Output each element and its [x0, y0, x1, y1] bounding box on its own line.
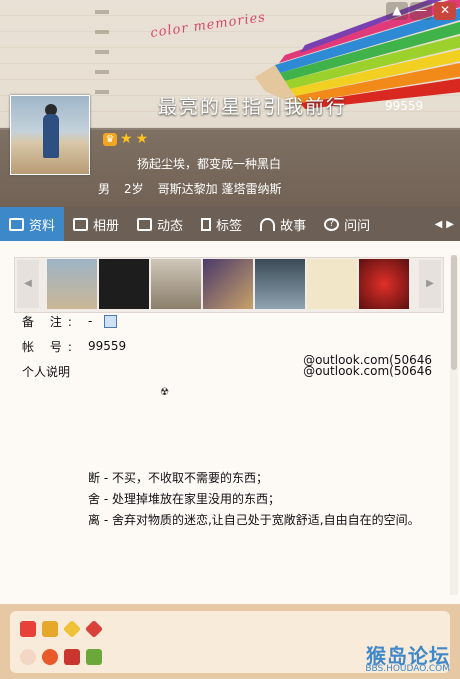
feed-icon [137, 217, 153, 231]
account-label: 帐 号: [22, 340, 78, 354]
footer-bar: 猴岛论坛 BBS.HOUDAO.COM [0, 604, 460, 679]
forum-watermark-url: BBS.HOUDAO.COM [365, 664, 450, 674]
header-uid: 99559 [385, 99, 424, 113]
tab-label: 问问 [344, 218, 371, 234]
tab-album[interactable]: 相册 [64, 207, 128, 241]
photo-thumb[interactable] [255, 259, 305, 309]
tab-label: 故事 [280, 218, 307, 234]
close-button[interactable]: ✕ [434, 2, 456, 20]
remark-value-text: - [88, 314, 93, 328]
pin-button[interactable]: ▲ [386, 2, 408, 20]
strip-right-arrow[interactable]: ▶ [419, 260, 441, 308]
account-value: 99559 [88, 339, 127, 353]
profile-card-icon [9, 217, 24, 231]
gender: 男 [98, 182, 111, 196]
photo-thumb[interactable] [47, 259, 97, 309]
rainbow-icon [260, 217, 276, 231]
photo-thumb[interactable] [99, 259, 149, 309]
tab-label: 标签 [216, 218, 243, 234]
photo-thumb[interactable] [203, 259, 253, 309]
age: 2岁 [124, 182, 144, 196]
star-icon: ★ [120, 131, 133, 147]
pet-badge-icon[interactable] [20, 649, 36, 665]
gift-badge-icon[interactable] [42, 621, 58, 637]
crown-icon: ♛ [103, 133, 117, 146]
radiation-icon: ☢ [160, 387, 169, 398]
tab-scroll-left-icon[interactable]: ◀ [435, 219, 443, 230]
show-badge-icon[interactable] [64, 649, 80, 665]
tab-feed[interactable]: 动态 [128, 207, 192, 241]
basic-info: 男 2岁 哥斯达黎加 蓬塔雷纳斯 [98, 180, 281, 197]
content-scrollbar[interactable] [450, 255, 458, 595]
music-badge-icon[interactable] [86, 649, 102, 665]
tab-label: 相册 [93, 218, 120, 234]
diamond-badge-icon[interactable] [62, 619, 82, 639]
remark-label: 备 注: [22, 315, 78, 329]
tab-scroll-arrows: ◀ ▶ [435, 219, 460, 230]
star-icon: ★ [135, 131, 149, 147]
strip-left-arrow[interactable]: ◀ [17, 260, 39, 308]
bio-line: 离 - 舍弃对物质的迷恋,让自己处于宽敞舒适,自由自在的空间。 [88, 513, 420, 527]
game-badge-icon[interactable] [42, 649, 58, 665]
nickname: 最亮的星指引我前行 [158, 96, 348, 118]
photo-strip: ◀ ▶ [14, 257, 444, 313]
tab-ask[interactable]: ? 问问 [315, 207, 379, 241]
bookmark-icon [201, 217, 212, 231]
tab-label: 动态 [157, 218, 184, 234]
photo-album-icon [73, 217, 89, 231]
photo-thumb[interactable] [151, 259, 201, 309]
bio-line: 断 - 不买，不收取不需要的东西； [88, 471, 268, 485]
profile-content: ◀ ▶ 备 注: - 帐 号: 99559 @outlook.com(50646… [0, 241, 460, 604]
tab-label: 资料 [29, 218, 56, 234]
tab-tags[interactable]: 标签 [192, 207, 251, 241]
edit-remark-icon[interactable] [104, 315, 118, 328]
scrollbar-thumb[interactable] [451, 255, 457, 370]
tab-profile[interactable]: 资料 [0, 207, 65, 241]
window-controls: ▲ — ✕ [386, 2, 456, 20]
red-diamond-badge-icon[interactable] [84, 619, 104, 639]
bio-line: 舍 - 处理掉堆放在家里没用的东西； [88, 492, 280, 506]
bio-text: 断 - 不买，不收取不需要的东西； 舍 - 处理掉堆放在家里没用的东西； 离 -… [88, 468, 420, 531]
question-icon: ? [324, 217, 340, 231]
avatar-figure-body [43, 114, 59, 158]
signature[interactable]: 扬起尘埃，都变成一种黑白 [137, 155, 281, 172]
bio-label: 个人说明 [22, 365, 71, 379]
tab-story[interactable]: 故事 [251, 207, 315, 241]
photo-thumb[interactable] [359, 259, 409, 309]
photo-thumb[interactable] [307, 259, 357, 309]
avatar[interactable] [10, 95, 90, 175]
tab-bar: 资料 相册 动态 标签 故事 ? 问问 ◀ ▶ [0, 207, 460, 241]
notebook-holes [95, 0, 109, 110]
profile-window: color memories ▲ — ✕ 最亮的星指引我前行 99559 ♛ ★… [0, 0, 460, 679]
signature-text: 扬起尘埃，都变成一种黑白 [137, 157, 282, 171]
tab-scroll-right-icon[interactable]: ▶ [446, 219, 454, 230]
level-icons[interactable]: ♛ ★ ★ [103, 131, 149, 147]
minimize-button[interactable]: — [410, 2, 432, 20]
remark-value: - [88, 314, 118, 328]
heart-badge-icon[interactable] [20, 621, 36, 637]
profile-banner: color memories ▲ — ✕ 最亮的星指引我前行 99559 ♛ ★… [0, 0, 460, 207]
email-2: @outlook.com(50646 [303, 364, 432, 378]
location: 哥斯达黎加 蓬塔雷纳斯 [157, 182, 282, 196]
